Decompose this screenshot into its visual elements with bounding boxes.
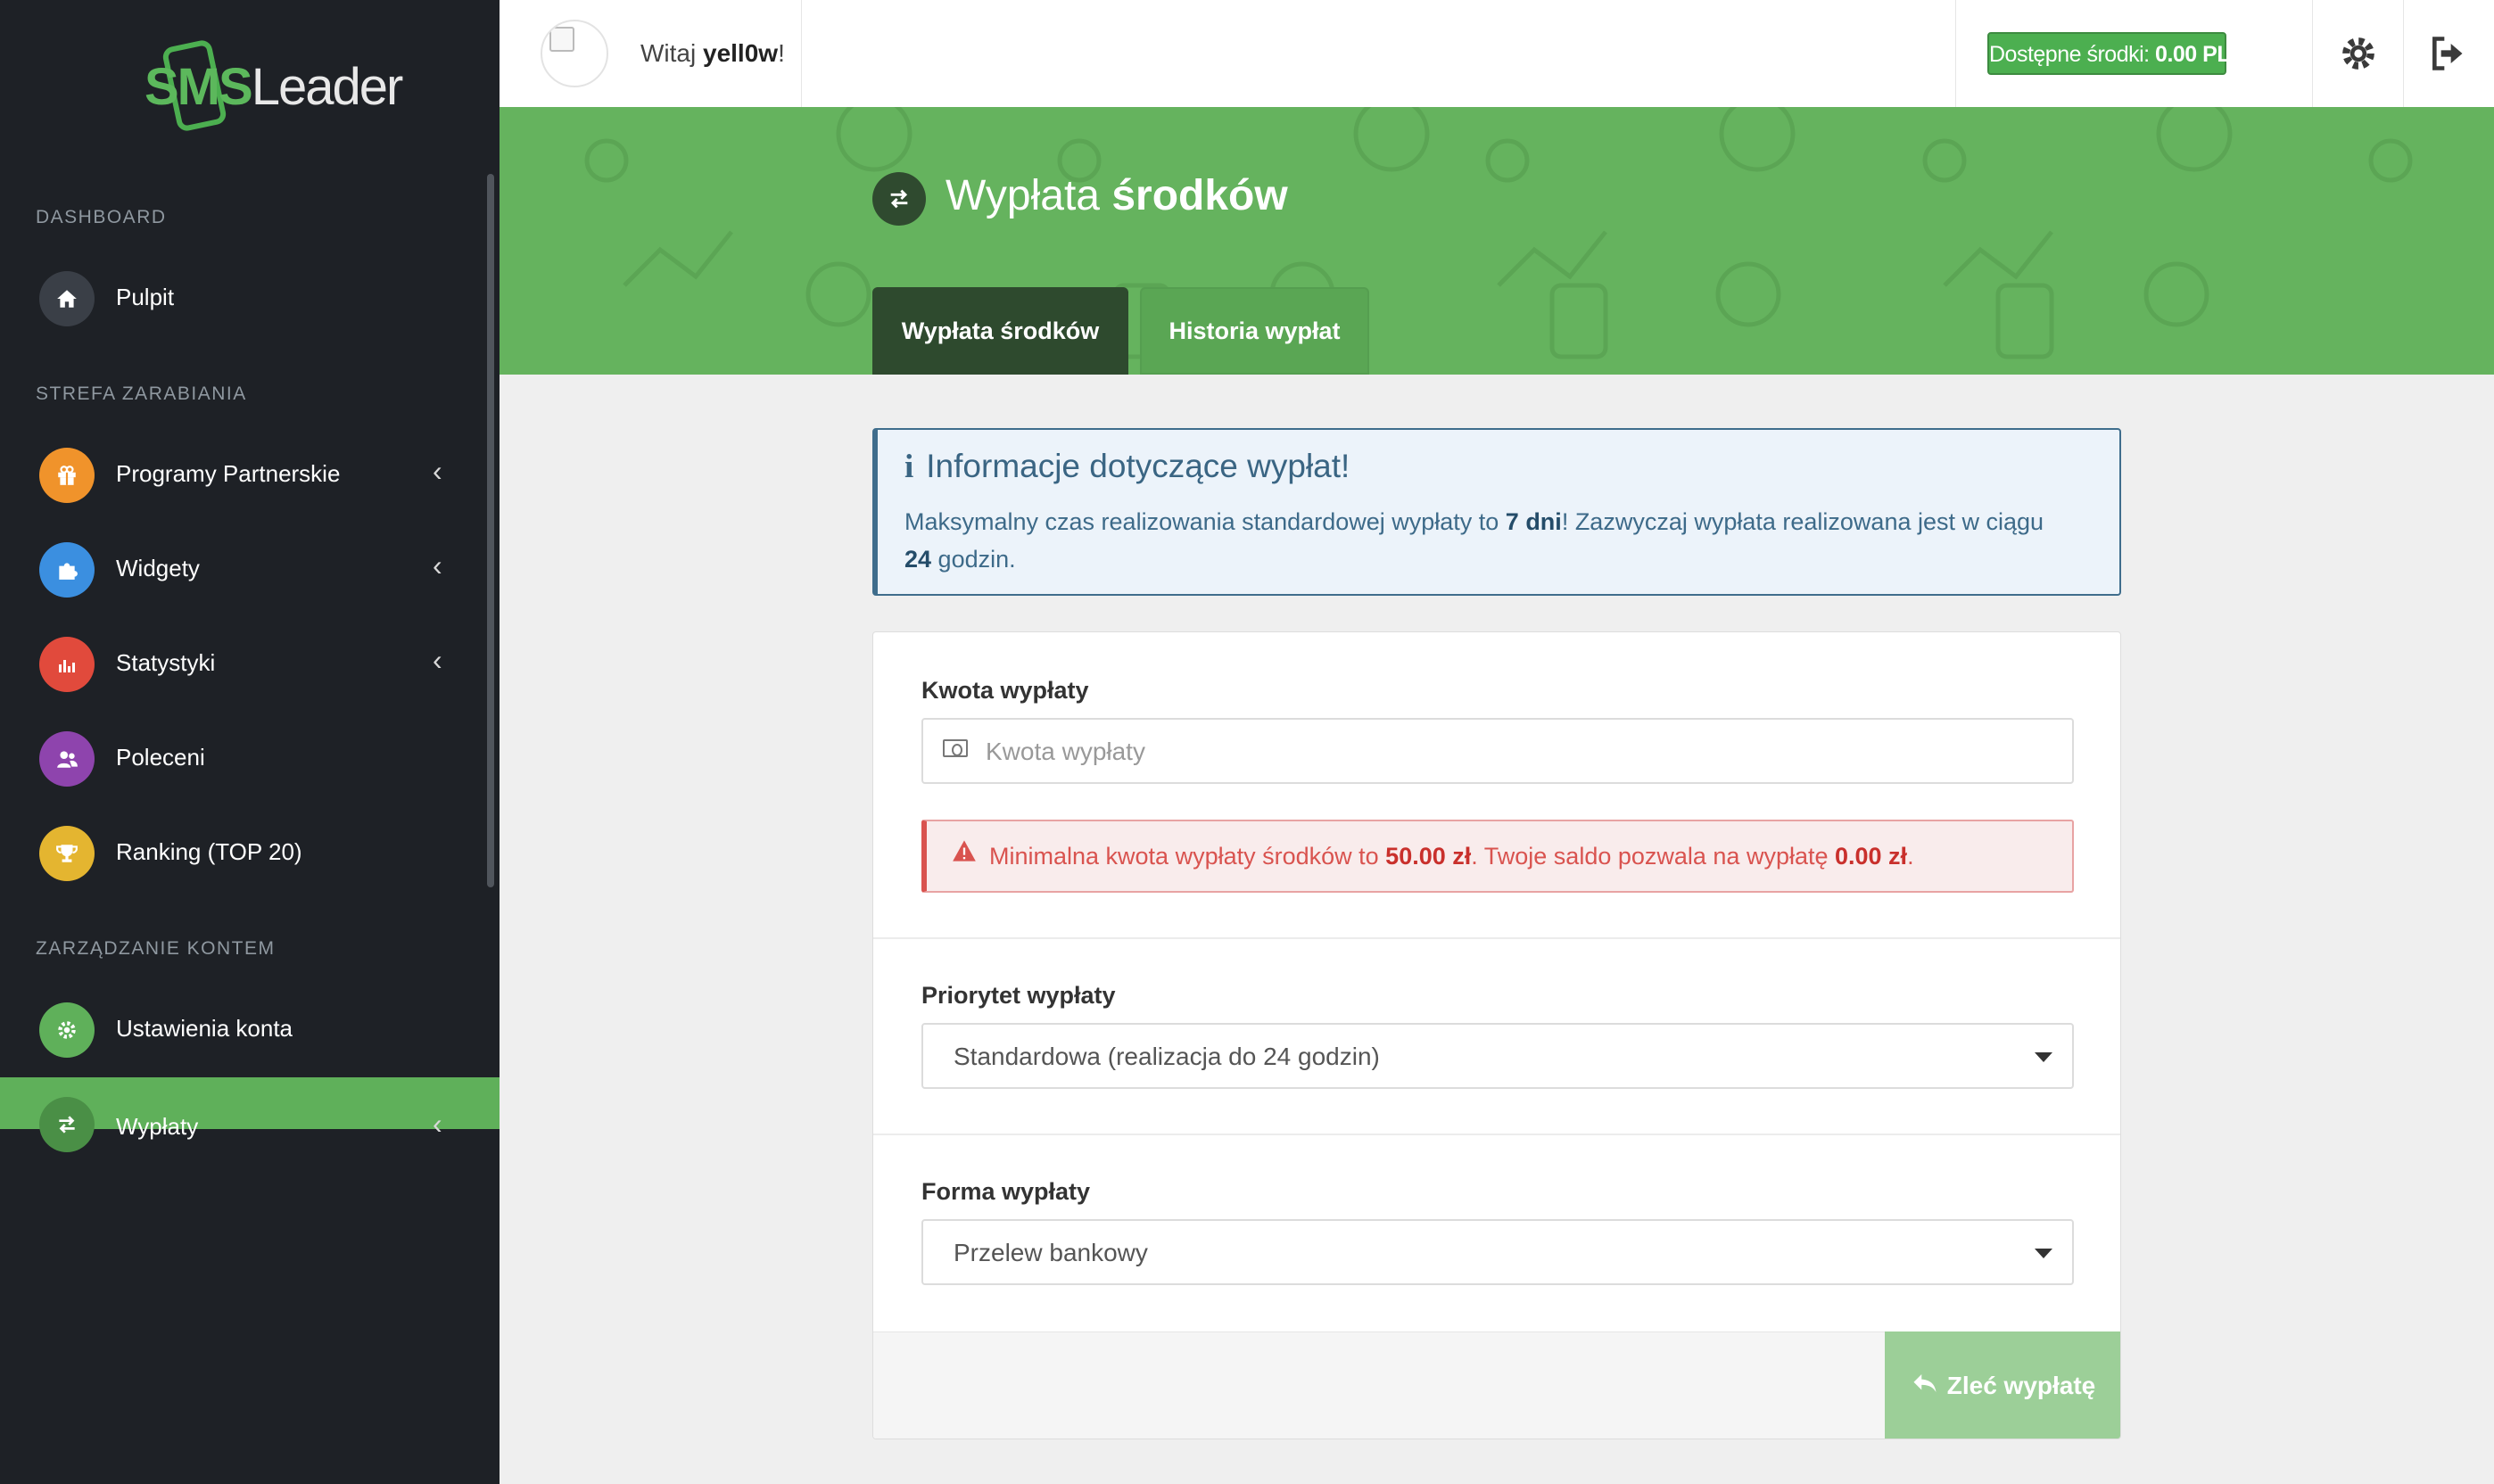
min-amount-alert: Minimalna kwota wypłaty środków to 50.00…: [921, 820, 2074, 893]
sidebar-item-label: Wypłaty: [116, 1113, 199, 1140]
sidebar-item-poleceni[interactable]: Poleceni: [0, 712, 500, 806]
sidebar-item-ranking[interactable]: Ranking (TOP 20): [0, 806, 500, 901]
balance-badge: Dostępne środki: 0.00 PLN: [1987, 32, 2246, 75]
sidebar-item-wyplaty[interactable]: Wypłaty ‹: [0, 1077, 500, 1152]
section-label-earning: STREFA ZARABIANIA: [36, 383, 247, 404]
priority-label: Priorytet wypłaty: [921, 982, 1116, 1009]
amount-label: Kwota wypłaty: [921, 677, 1089, 704]
gift-icon: [39, 448, 95, 503]
divider: [873, 1134, 2120, 1135]
sidebar-item-pulpit[interactable]: Pulpit: [0, 251, 500, 346]
chevron-left-icon: ‹: [433, 1108, 442, 1140]
divider: [2312, 0, 2313, 107]
broken-image-icon: [549, 27, 574, 52]
username: yell0w: [703, 39, 779, 67]
sidebar-item-label: Programy Partnerskie: [116, 460, 341, 487]
divider: [2403, 0, 2404, 107]
background-pattern: [584, 107, 2413, 359]
money-icon: [943, 739, 968, 757]
logout-icon[interactable]: [2421, 27, 2474, 80]
sidebar-item-programy-partnerskie[interactable]: Programy Partnerskie ‹: [0, 428, 500, 523]
tab-wyplata-srodkow[interactable]: Wypłata środków: [872, 287, 1128, 375]
smsleader-logo[interactable]: SMSLeader: [143, 36, 403, 134]
logo-text: SMSLeader: [145, 58, 403, 116]
sidebar-item-label: Poleceni: [116, 744, 205, 771]
divider: [1955, 0, 1956, 107]
withdrawal-form: Kwota wypłaty Kwota wypłaty Minimalna kw…: [872, 631, 2121, 1439]
reply-arrow-icon: [1912, 1372, 1938, 1401]
chevron-left-icon: ‹: [433, 549, 442, 581]
method-value: Przelew bankowy: [954, 1239, 1148, 1266]
sidebar: SMSLeader DASHBOARD Pulpit STREFA ZARABI…: [0, 0, 500, 1484]
sidebar-item-label: Ustawienia konta: [116, 1015, 293, 1042]
users-icon: [39, 731, 95, 787]
caret-down-icon: [2035, 1249, 2052, 1258]
section-label-account: ZARZĄDZANIE KONTEM: [36, 938, 276, 959]
info-callout: i Informacje dotyczące wypłat! Maksymalny…: [872, 428, 2121, 596]
divider: [801, 0, 802, 107]
sidebar-item-widgety[interactable]: Widgety ‹: [0, 523, 500, 617]
submit-withdrawal-button[interactable]: Zleć wypłatę: [1885, 1331, 2120, 1439]
divider: [873, 937, 2120, 939]
info-text: Maksymalny czas realizowania standardowe…: [904, 508, 2044, 573]
avatar[interactable]: [541, 20, 608, 87]
sidebar-scrollbar[interactable]: [487, 174, 494, 887]
info-title: i Informacje dotyczące wypłat!: [904, 448, 1350, 485]
amount-input[interactable]: Kwota wypłaty: [921, 718, 2074, 784]
chevron-left-icon: ‹: [433, 455, 442, 487]
sidebar-item-label: Statystyki: [116, 649, 216, 676]
tab-historia-wyplat[interactable]: Historia wypłat: [1140, 287, 1369, 375]
chevron-left-icon: ‹: [433, 644, 442, 676]
puzzle-icon: [39, 542, 95, 598]
exchange-icon: [872, 172, 926, 226]
sidebar-item-label: Pulpit: [116, 284, 175, 310]
submit-label: Zleć wypłatę: [1946, 1372, 2096, 1399]
trophy-icon: [39, 826, 95, 881]
caret-down-icon: [2035, 1052, 2052, 1062]
method-select[interactable]: Przelew bankowy: [921, 1219, 2074, 1285]
warning-icon: [952, 839, 977, 870]
greeting: Witaj yell0w!: [640, 39, 785, 67]
settings-gear-icon[interactable]: [2332, 27, 2385, 80]
section-label-dashboard: DASHBOARD: [36, 207, 167, 227]
page-header: Wypłata środków Wypłata środków Historia…: [500, 107, 2494, 375]
sidebar-item-label: Widgety: [116, 555, 200, 581]
method-label: Forma wypłaty: [921, 1178, 1091, 1205]
sidebar-item-ustawienia-konta[interactable]: Ustawienia konta: [0, 983, 500, 1077]
priority-value: Standardowa (realizacja do 24 godzin): [954, 1043, 1380, 1070]
exchange-icon: [39, 1097, 95, 1152]
priority-select[interactable]: Standardowa (realizacja do 24 godzin): [921, 1023, 2074, 1089]
amount-placeholder: Kwota wypłaty: [986, 738, 1145, 765]
bar-chart-icon: [39, 637, 95, 692]
top-bar: Witaj yell0w! Dostępne środki: 0.00 PLN: [500, 0, 2494, 108]
alert-text: Minimalna kwota wypłaty środków to 50.00…: [989, 843, 1914, 870]
sidebar-item-label: Ranking (TOP 20): [116, 838, 302, 865]
page-title: Wypłata środków: [946, 172, 1288, 219]
sidebar-item-statystyki[interactable]: Statystyki ‹: [0, 617, 500, 712]
home-icon: [39, 271, 95, 326]
info-icon: i: [904, 449, 914, 485]
gear-icon: [39, 1002, 95, 1058]
